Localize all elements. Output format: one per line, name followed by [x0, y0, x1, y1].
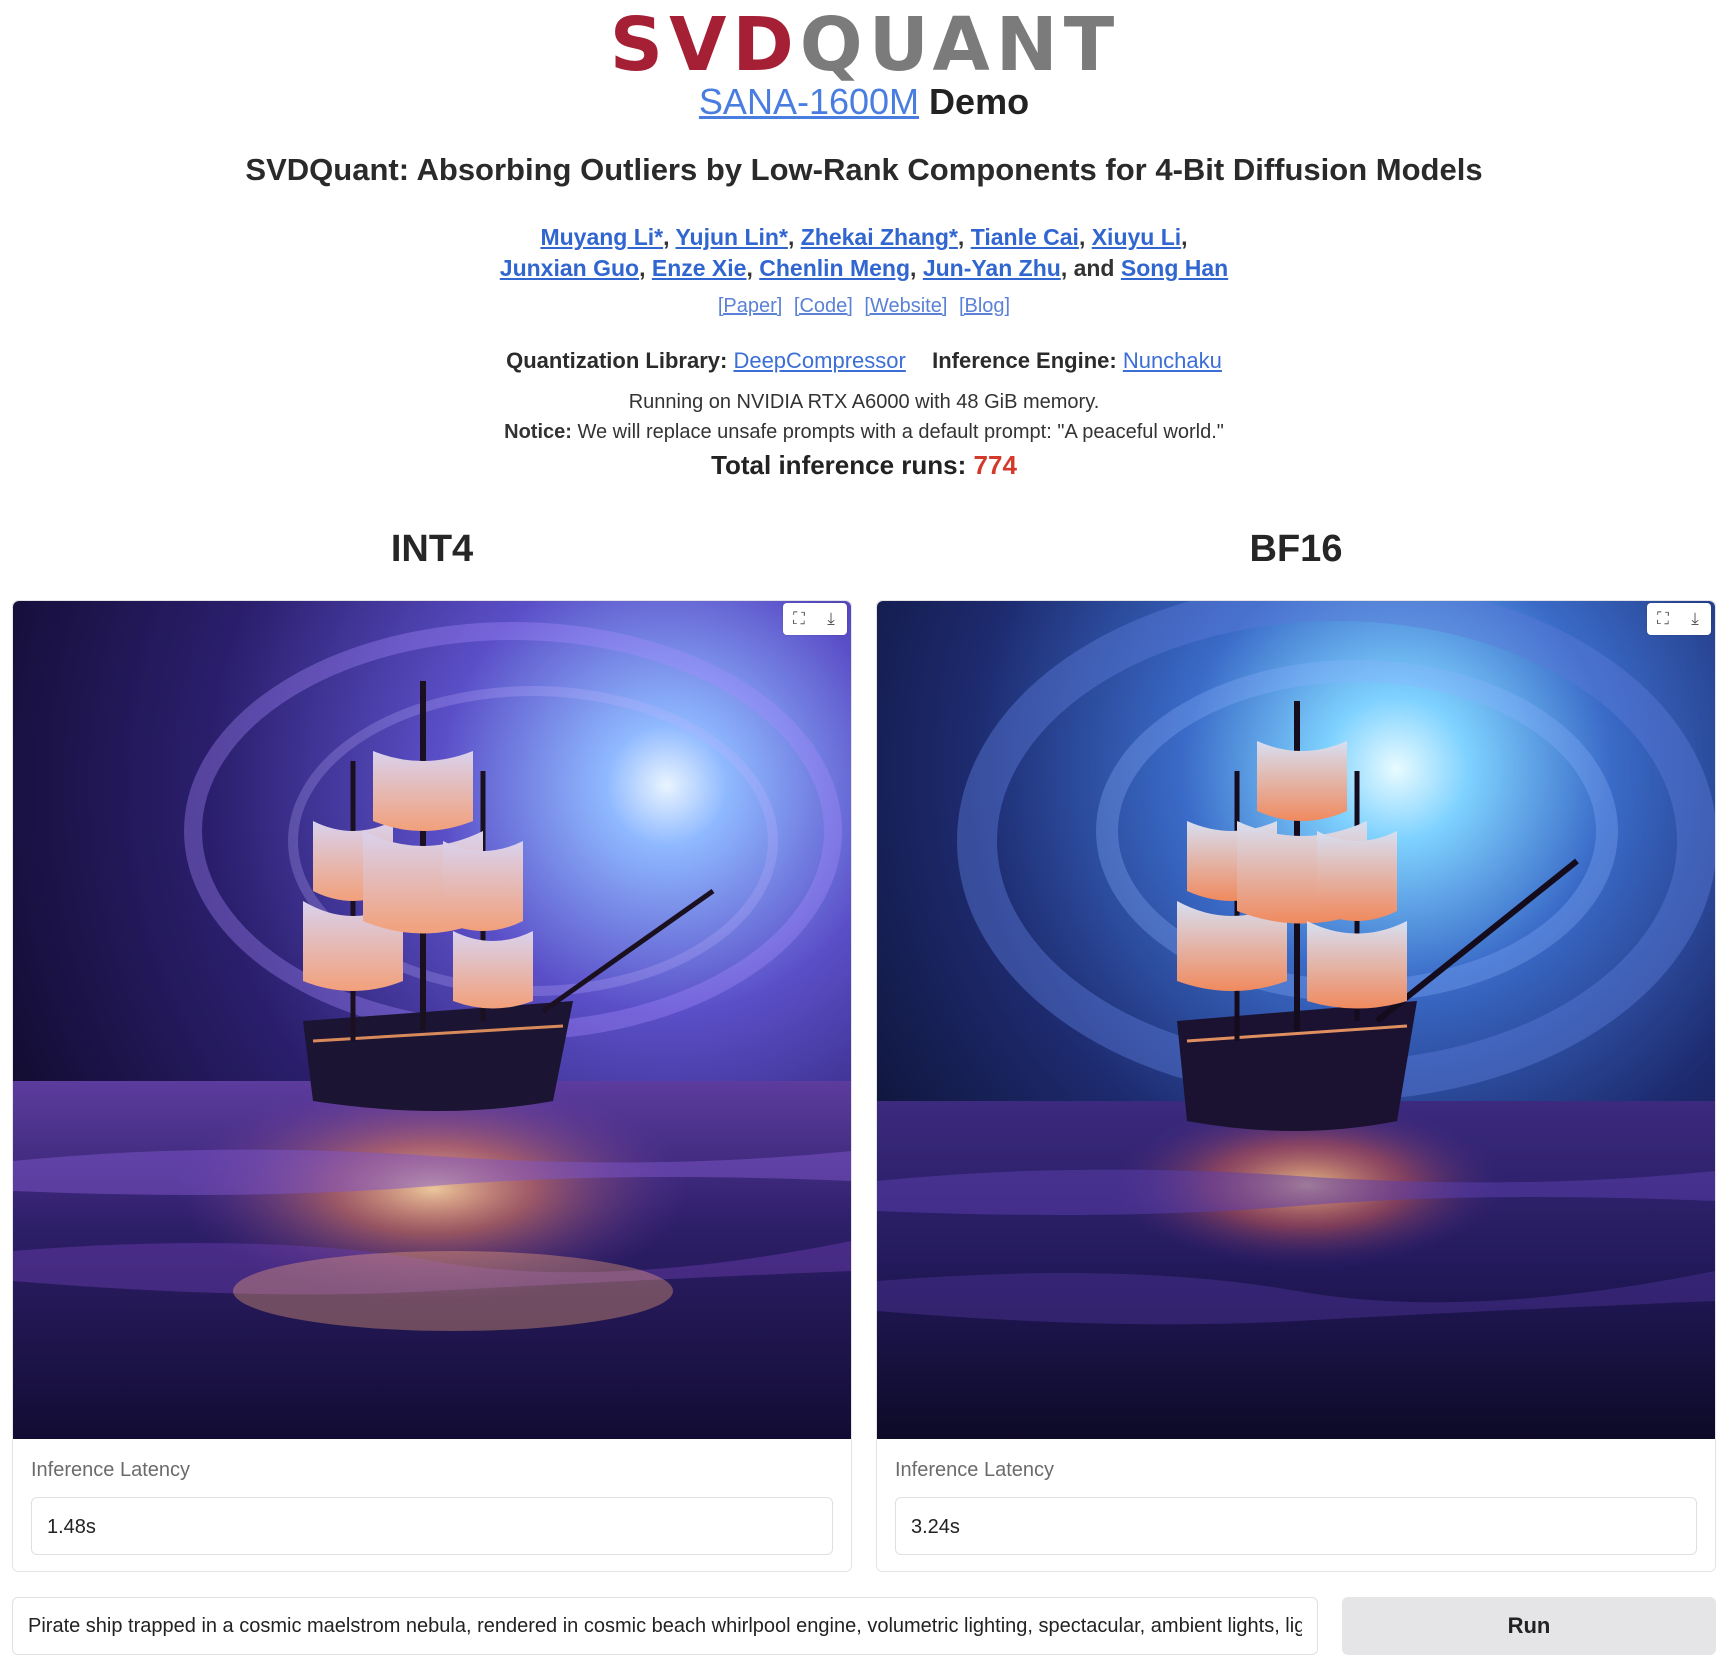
inference-runs: Total inference runs: 774: [0, 450, 1728, 481]
author-link[interactable]: Muyang Li*: [540, 224, 663, 250]
notice-label: Notice:: [504, 421, 572, 443]
author-link[interactable]: Xiuyu Li: [1092, 224, 1181, 250]
bf16-title: BF16: [1249, 528, 1343, 570]
runs-count: 774: [973, 450, 1017, 480]
download-icon[interactable]: ⤓: [819, 609, 843, 629]
author-link[interactable]: Enze Xie: [652, 255, 747, 281]
model-link[interactable]: SANA-1600M: [699, 81, 919, 122]
authors: Muyang Li*, Yujun Lin*, Zhekai Zhang*, T…: [0, 222, 1728, 284]
image-toolbar: ⛶ ⤓: [1647, 603, 1711, 635]
paper-title: SVDQuant: Absorbing Outliers by Low-Rank…: [245, 152, 1483, 187]
image-toolbar: ⛶ ⤓: [783, 603, 847, 635]
bf16-panel: ⛶ ⤓ Inference Latency 3.24s: [876, 600, 1716, 1572]
int4-title: INT4: [390, 528, 474, 570]
notice: Notice: We will replace unsafe prompts w…: [0, 421, 1728, 444]
authors-and: and: [1073, 255, 1115, 281]
bf16-latency-value: 3.24s: [895, 1497, 1697, 1555]
paper-link[interactable]: [Paper]: [718, 295, 782, 317]
quant-library-label: Quantization Library:: [506, 348, 728, 373]
int4-latency-value: 1.48s: [31, 1497, 833, 1555]
author-link[interactable]: Jun-Yan Zhu: [923, 255, 1061, 281]
pirate-ship-image-bf16: [877, 601, 1715, 1439]
int4-latency-label: Inference Latency: [31, 1459, 190, 1481]
author-link[interactable]: Tianle Cai: [971, 224, 1079, 250]
run-button[interactable]: Run: [1342, 1597, 1716, 1655]
author-link[interactable]: Zhekai Zhang*: [801, 224, 958, 250]
runs-label: Total inference runs:: [711, 450, 967, 480]
resource-links: [Paper] [Code] [Website] [Blog]: [0, 295, 1728, 318]
deepcompressor-link[interactable]: DeepCompressor: [733, 348, 905, 373]
authors-line-1: Muyang Li*, Yujun Lin*, Zhekai Zhang*, T…: [540, 224, 1188, 250]
bf16-latency-label: Inference Latency: [895, 1459, 1054, 1481]
fullscreen-icon[interactable]: ⛶: [1651, 609, 1675, 629]
int4-panel: ⛶ ⤓ Inference Latency 1.48s: [12, 600, 852, 1572]
author-link[interactable]: Junxian Guo: [500, 255, 639, 281]
fullscreen-icon[interactable]: ⛶: [787, 609, 811, 629]
prompt-input[interactable]: [12, 1597, 1318, 1655]
notice-text: We will replace unsafe prompts with a de…: [577, 421, 1224, 443]
author-link[interactable]: Yujun Lin*: [675, 224, 787, 250]
inference-engine-label: Inference Engine:: [932, 348, 1117, 373]
pirate-ship-image-int4: [13, 601, 851, 1439]
hardware-info: Running on NVIDIA RTX A6000 with 48 GiB …: [628, 391, 1100, 413]
int4-output-image[interactable]: ⛶ ⤓: [13, 601, 851, 1439]
author-link[interactable]: Chenlin Meng: [759, 255, 910, 281]
code-link[interactable]: [Code]: [794, 295, 853, 317]
download-icon[interactable]: ⤓: [1683, 609, 1707, 629]
library-info: Quantization Library: DeepCompressor Inf…: [0, 348, 1728, 374]
blog-link[interactable]: [Blog]: [959, 295, 1010, 317]
author-link[interactable]: Song Han: [1121, 255, 1228, 281]
demo-suffix: Demo: [929, 81, 1030, 122]
bf16-output-image[interactable]: ⛶ ⤓: [877, 601, 1715, 1439]
website-link[interactable]: [Website]: [864, 295, 947, 317]
authors-line-2: Junxian Guo, Enze Xie, Chenlin Meng, Jun…: [499, 255, 1229, 281]
nunchaku-link[interactable]: Nunchaku: [1123, 348, 1222, 373]
demo-title: SANA-1600M Demo: [0, 78, 1728, 126]
svdquant-logo: SVDQUANT: [609, 2, 1121, 88]
